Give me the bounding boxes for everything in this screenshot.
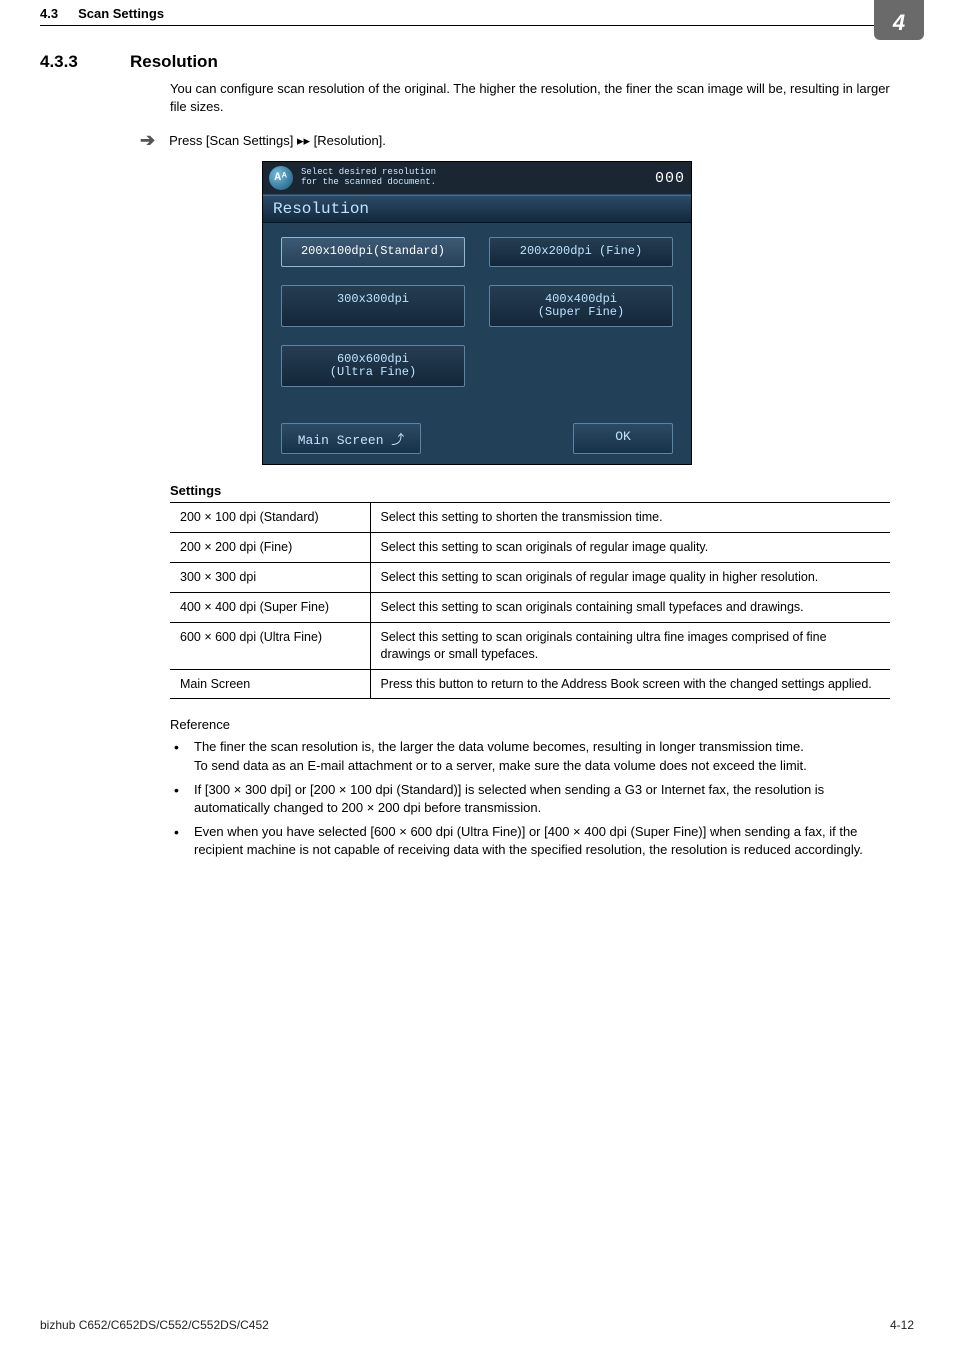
screenshot-body: 200x100dpi(Standard) 200x200dpi (Fine) 3… <box>263 223 691 415</box>
table-row: 400 × 400 dpi (Super Fine)Select this se… <box>170 592 890 622</box>
table-row: 300 × 300 dpiSelect this setting to scan… <box>170 563 890 593</box>
step-row: ➔ Press [Scan Settings] ▸▸ [Resolution]. <box>140 130 894 151</box>
superfine-line-1: 400x400dpi <box>545 292 617 306</box>
table-row: 200 × 100 dpi (Standard)Select this sett… <box>170 503 890 533</box>
reference-list: The finer the scan resolution is, the la… <box>170 738 894 859</box>
reference-text: Even when you have selected [600 × 600 d… <box>194 824 863 857</box>
reference-text: If [300 × 300 dpi] or [200 × 100 dpi (St… <box>194 782 824 815</box>
section-title: Resolution <box>130 52 218 72</box>
ultrafine-line-1: 600x600dpi <box>337 352 409 366</box>
resolution-option-300[interactable]: 300x300dpi <box>281 285 465 327</box>
screenshot-counter: 000 <box>655 170 685 187</box>
setting-desc: Select this setting to scan originals of… <box>370 563 890 593</box>
table-row: 200 × 200 dpi (Fine)Select this setting … <box>170 533 890 563</box>
screenshot-prompt: Select desired resolution for the scanne… <box>301 168 655 188</box>
resolution-option-fine[interactable]: 200x200dpi (Fine) <box>489 237 673 266</box>
reference-label: Reference <box>170 717 954 732</box>
footer-model: bizhub C652/C652DS/C552/C552DS/C452 <box>40 1318 269 1332</box>
prompt-line-2: for the scanned document. <box>301 177 436 187</box>
list-item: If [300 × 300 dpi] or [200 × 100 dpi (St… <box>170 781 894 817</box>
list-item: The finer the scan resolution is, the la… <box>170 738 894 774</box>
chapter-badge: 4 <box>874 0 924 40</box>
setting-desc: Select this setting to scan originals co… <box>370 622 890 669</box>
settings-table: 200 × 100 dpi (Standard)Select this sett… <box>170 502 890 699</box>
screenshot-footer: Main Screen ⤴ OK <box>263 415 691 464</box>
device-screenshot: Aᴬ Select desired resolution for the sca… <box>262 161 692 465</box>
page-footer: bizhub C652/C652DS/C552/C552DS/C452 4-12 <box>40 1318 914 1332</box>
resolution-option-superfine[interactable]: 400x400dpi (Super Fine) <box>489 285 673 327</box>
setting-desc: Select this setting to scan originals co… <box>370 592 890 622</box>
resolution-option-ultrafine[interactable]: 600x600dpi (Ultra Fine) <box>281 345 465 387</box>
main-screen-button[interactable]: Main Screen ⤴ <box>281 423 421 454</box>
reference-text: The finer the scan resolution is, the la… <box>194 739 807 772</box>
setting-label: 200 × 100 dpi (Standard) <box>170 503 370 533</box>
ok-button[interactable]: OK <box>573 423 673 454</box>
arrow-icon: ➔ <box>140 130 155 151</box>
setting-desc: Select this setting to scan originals of… <box>370 533 890 563</box>
superfine-line-2: (Super Fine) <box>538 305 624 319</box>
ultrafine-line-2: (Ultra Fine) <box>330 365 416 379</box>
header-section-number: 4.3 <box>40 6 58 21</box>
step-text: Press [Scan Settings] ▸▸ [Resolution]. <box>169 133 386 149</box>
page-header: 4.3 Scan Settings <box>40 0 914 26</box>
header-section-title: Scan Settings <box>78 6 164 21</box>
setting-desc: Press this button to return to the Addre… <box>370 669 890 699</box>
setting-label: 400 × 400 dpi (Super Fine) <box>170 592 370 622</box>
section-heading: 4.3.3 Resolution <box>40 52 914 72</box>
resolution-option-standard[interactable]: 200x100dpi(Standard) <box>281 237 465 266</box>
list-item: Even when you have selected [600 × 600 d… <box>170 823 894 859</box>
screenshot-title: Resolution <box>263 195 691 223</box>
prompt-line-1: Select desired resolution <box>301 167 436 177</box>
table-row: Main ScreenPress this button to return t… <box>170 669 890 699</box>
section-number: 4.3.3 <box>40 52 130 72</box>
section-intro: You can configure scan resolution of the… <box>170 80 894 116</box>
screenshot-topbar: Aᴬ Select desired resolution for the sca… <box>263 162 691 195</box>
table-row: 600 × 600 dpi (Ultra Fine)Select this se… <box>170 622 890 669</box>
setting-label: 300 × 300 dpi <box>170 563 370 593</box>
settings-label: Settings <box>170 483 954 498</box>
setting-label: 600 × 600 dpi (Ultra Fine) <box>170 622 370 669</box>
setting-label: Main Screen <box>170 669 370 699</box>
footer-page: 4-12 <box>890 1318 914 1332</box>
setting-label: 200 × 200 dpi (Fine) <box>170 533 370 563</box>
setting-desc: Select this setting to shorten the trans… <box>370 503 890 533</box>
scan-mode-icon: Aᴬ <box>269 166 293 190</box>
